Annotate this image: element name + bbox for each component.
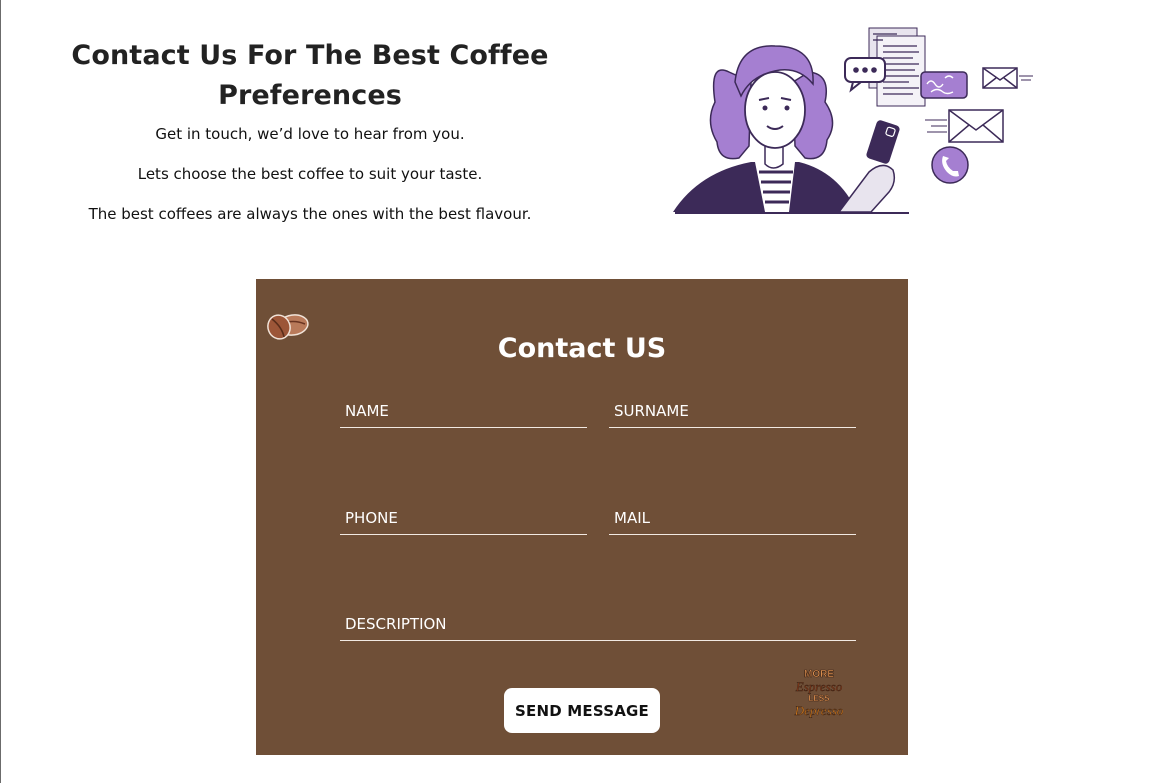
hero-tagline-2: Lets choose the best coffee to suit your… [137,165,483,183]
phone-input[interactable] [340,501,587,534]
name-input[interactable] [340,394,587,427]
mail-field [609,501,856,535]
description-input[interactable] [340,607,856,640]
page-title: Contact Us For The Best Coffee Preferenc… [71,40,549,111]
phone-call-icon [931,146,969,184]
espresso-sticker-icon: MORE Espresso LESS Depresso [793,669,844,719]
contact-form-panel: Contact US SEND MESSAGE MORE Espresso LE… [256,279,908,755]
sticker-word-4: Depresso [794,703,844,718]
form-title: Contact US [497,333,667,364]
phone-field [340,501,587,535]
envelope-small-icon [982,67,1033,89]
sticker-word-2: Espresso [795,679,843,694]
hero-tagline-3: The best coffees are always the ones wit… [88,205,532,223]
hero-section: Contact Us For The Best Coffee Preferenc… [1,36,619,224]
send-message-button[interactable]: SEND MESSAGE [504,688,660,733]
description-field [340,607,856,641]
message-bubble-icon [920,71,968,99]
surname-field [609,394,856,428]
name-field [340,394,587,428]
hero-tagline-1: Get in touch, we’d love to hear from you… [155,125,465,143]
surname-input[interactable] [609,394,856,427]
sticker-word-3: LESS [809,694,831,703]
contact-illustration [673,27,1033,214]
mail-input[interactable] [609,501,856,534]
envelope-large-icon [925,109,1004,143]
